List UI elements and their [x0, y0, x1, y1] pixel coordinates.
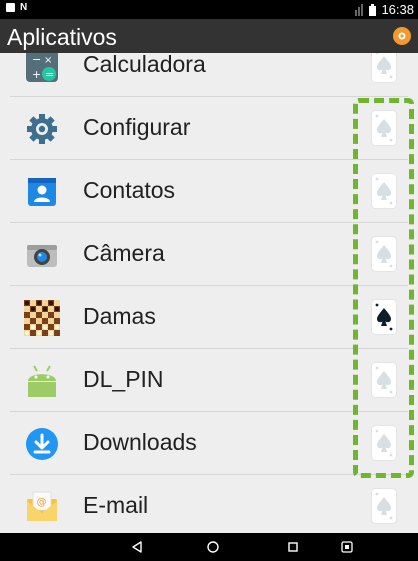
list-item-configurar[interactable]: Configurar [0, 97, 418, 160]
app-label: E-mail [83, 492, 149, 518]
camera-icon [24, 237, 60, 273]
email-icon: @ [24, 489, 60, 525]
app-label: Configurar [83, 114, 191, 140]
spade-card[interactable] [372, 426, 396, 460]
list-item-contatos[interactable]: Contatos [0, 160, 418, 223]
status-bar: N 16:38 [0, 0, 418, 19]
status-notifications: N [6, 2, 28, 13]
status-right: 16:38 [355, 2, 414, 17]
app-label: Downloads [83, 429, 197, 455]
checkers-board-icon [24, 300, 60, 336]
svg-text:+: + [32, 68, 41, 81]
svg-text:@: @ [37, 497, 47, 508]
spade-card[interactable] [372, 237, 396, 271]
spade-card[interactable] [372, 363, 396, 397]
list-item-damas[interactable]: Damas [0, 286, 418, 349]
page-title: Aplicativos [7, 24, 117, 50]
spade-card[interactable] [372, 489, 396, 523]
app-header: Aplicativos [0, 19, 418, 53]
list-item-email[interactable]: @ E-mail [0, 475, 418, 533]
download-icon [24, 426, 60, 462]
spade-card[interactable] [372, 53, 396, 82]
list-item-calculadora[interactable]: − × + = Calculadora [0, 53, 418, 97]
screenshot-icon[interactable] [338, 538, 356, 556]
settings-gear-icon [24, 111, 60, 147]
signal-icon [355, 3, 364, 16]
list-item-downloads[interactable]: Downloads [0, 412, 418, 475]
spade-card[interactable] [372, 174, 396, 208]
app-label: Damas [83, 303, 156, 329]
status-clock: 16:38 [381, 2, 414, 17]
svg-text:×: × [44, 55, 52, 66]
app-label: Calculadora [83, 53, 206, 77]
calculator-icon: − × + = [24, 53, 60, 84]
android-icon [24, 363, 60, 399]
list-item-dl-pin[interactable]: DL_PIN [0, 349, 418, 412]
app-label: Contatos [83, 177, 176, 203]
contacts-icon [24, 174, 60, 210]
app-label: Câmera [83, 240, 165, 266]
back-icon[interactable] [128, 538, 146, 556]
app-label: DL_PIN [83, 366, 164, 392]
home-icon[interactable] [204, 538, 222, 556]
app-list: − × + = Calculadora Configurar Contatos … [0, 53, 418, 533]
navigation-bar [0, 533, 418, 561]
spade-card-selected[interactable] [372, 300, 396, 334]
svg-text:=: = [45, 68, 54, 81]
svg-text:−: − [32, 53, 41, 66]
spade-card[interactable] [372, 111, 396, 145]
notification-icon [6, 3, 15, 12]
nfc-icon: N [20, 2, 28, 13]
battery-icon [369, 3, 377, 16]
recents-icon[interactable] [284, 538, 302, 556]
list-item-camera[interactable]: Câmera [0, 223, 418, 286]
app-menu-icon[interactable] [393, 27, 411, 45]
